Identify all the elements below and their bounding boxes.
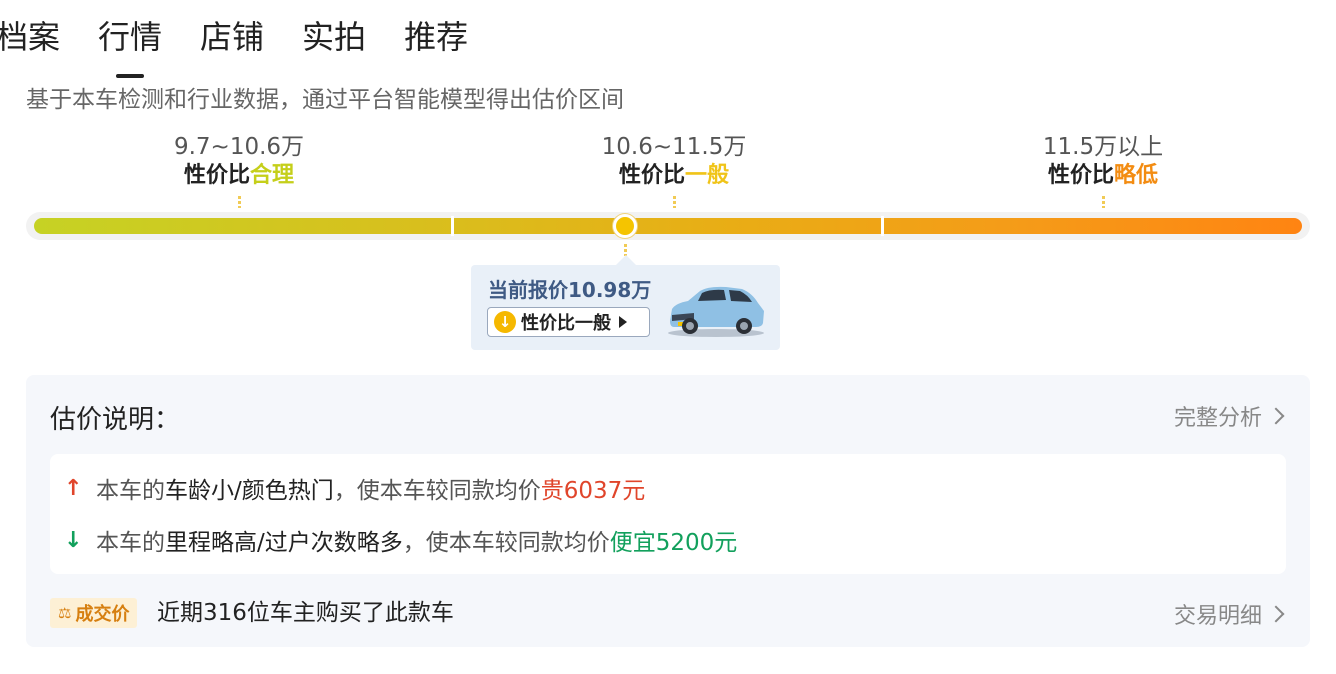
range-rating: 性价比一般 [618,163,730,188]
valuation-explanation-panel: 估价说明： 完整分析 ↑ 本车的 车龄小/颜色热门 ，使本车较同款均价 贵6037元 … [26,375,1310,647]
price-range-bar [26,212,1310,240]
popup-arrow [616,255,636,265]
price-range-high: 11.5万以上 性价比略低 [983,132,1223,208]
arrow-down-circle-icon: ↓ [494,311,516,333]
play-arrow-icon [619,316,627,328]
range-price: 10.6~11.5万 [601,134,747,160]
current-price-card[interactable]: 当前报价10.98万 ↓ 性价比一般 [471,265,780,350]
reason-item-up: ↑ 本车的 车龄小/颜色热门 ，使本车较同款均价 贵6037元 [64,475,646,505]
value-rating-chip[interactable]: ↓ 性价比一般 [487,307,650,337]
range-pointer-dots [238,196,241,208]
range-rating: 性价比合理 [183,163,295,188]
value-rating-text: 性价比一般 [521,313,611,334]
buyer-count-summary: 近期316位车主购买了此款车 [157,600,454,626]
range-rating: 性价比略低 [1047,163,1159,188]
price-range-low: 9.7~10.6万 性价比合理 [119,132,359,208]
tab-bar: 档案 行情 店铺 实拍 推荐 [0,14,506,78]
range-price: 11.5万以上 [1042,134,1164,160]
chevron-right-icon [1267,605,1285,623]
tab-market[interactable]: 行情 [98,14,162,78]
reason-item-down: ↓ 本车的 里程略高/过户次数略多 ，使本车较同款均价 便宜5200元 [64,527,738,557]
full-analysis-link[interactable]: 完整分析 [1174,400,1285,432]
tab-store[interactable]: 店铺 [200,14,264,70]
tab-archive[interactable]: 档案 [0,14,60,70]
price-range-mid: 10.6~11.5万 性价比一般 [554,132,794,208]
price-gradient-bar [34,218,1302,234]
trade-detail-link[interactable]: 交易明细 [1174,598,1285,630]
range-pointer-dots [1102,196,1105,208]
tab-photos[interactable]: 实拍 [302,14,366,70]
chevron-right-icon [1267,407,1285,425]
valuation-subtitle: 基于本车检测和行业数据，通过平台智能模型得出估价区间 [26,87,624,113]
segment-divider [881,216,884,236]
current-price-label: 当前报价10.98万 [488,278,652,302]
car-image [668,286,764,337]
panel-title: 估价说明： [50,405,181,435]
deal-price-tag: ⚖ 成交价 [50,598,138,628]
arrow-down-icon: ↓ [64,527,83,553]
range-pointer-dots [673,196,676,208]
gavel-icon: ⚖ [58,604,72,622]
reason-list: ↑ 本车的 车龄小/颜色热门 ，使本车较同款均价 贵6037元 ↓ 本车的 里程略高/过… [50,454,1286,574]
segment-divider [451,216,454,236]
range-price: 9.7~10.6万 [173,134,305,160]
current-price-marker [613,214,637,238]
tab-recommend[interactable]: 推荐 [404,14,468,70]
arrow-up-icon: ↑ [64,475,83,501]
